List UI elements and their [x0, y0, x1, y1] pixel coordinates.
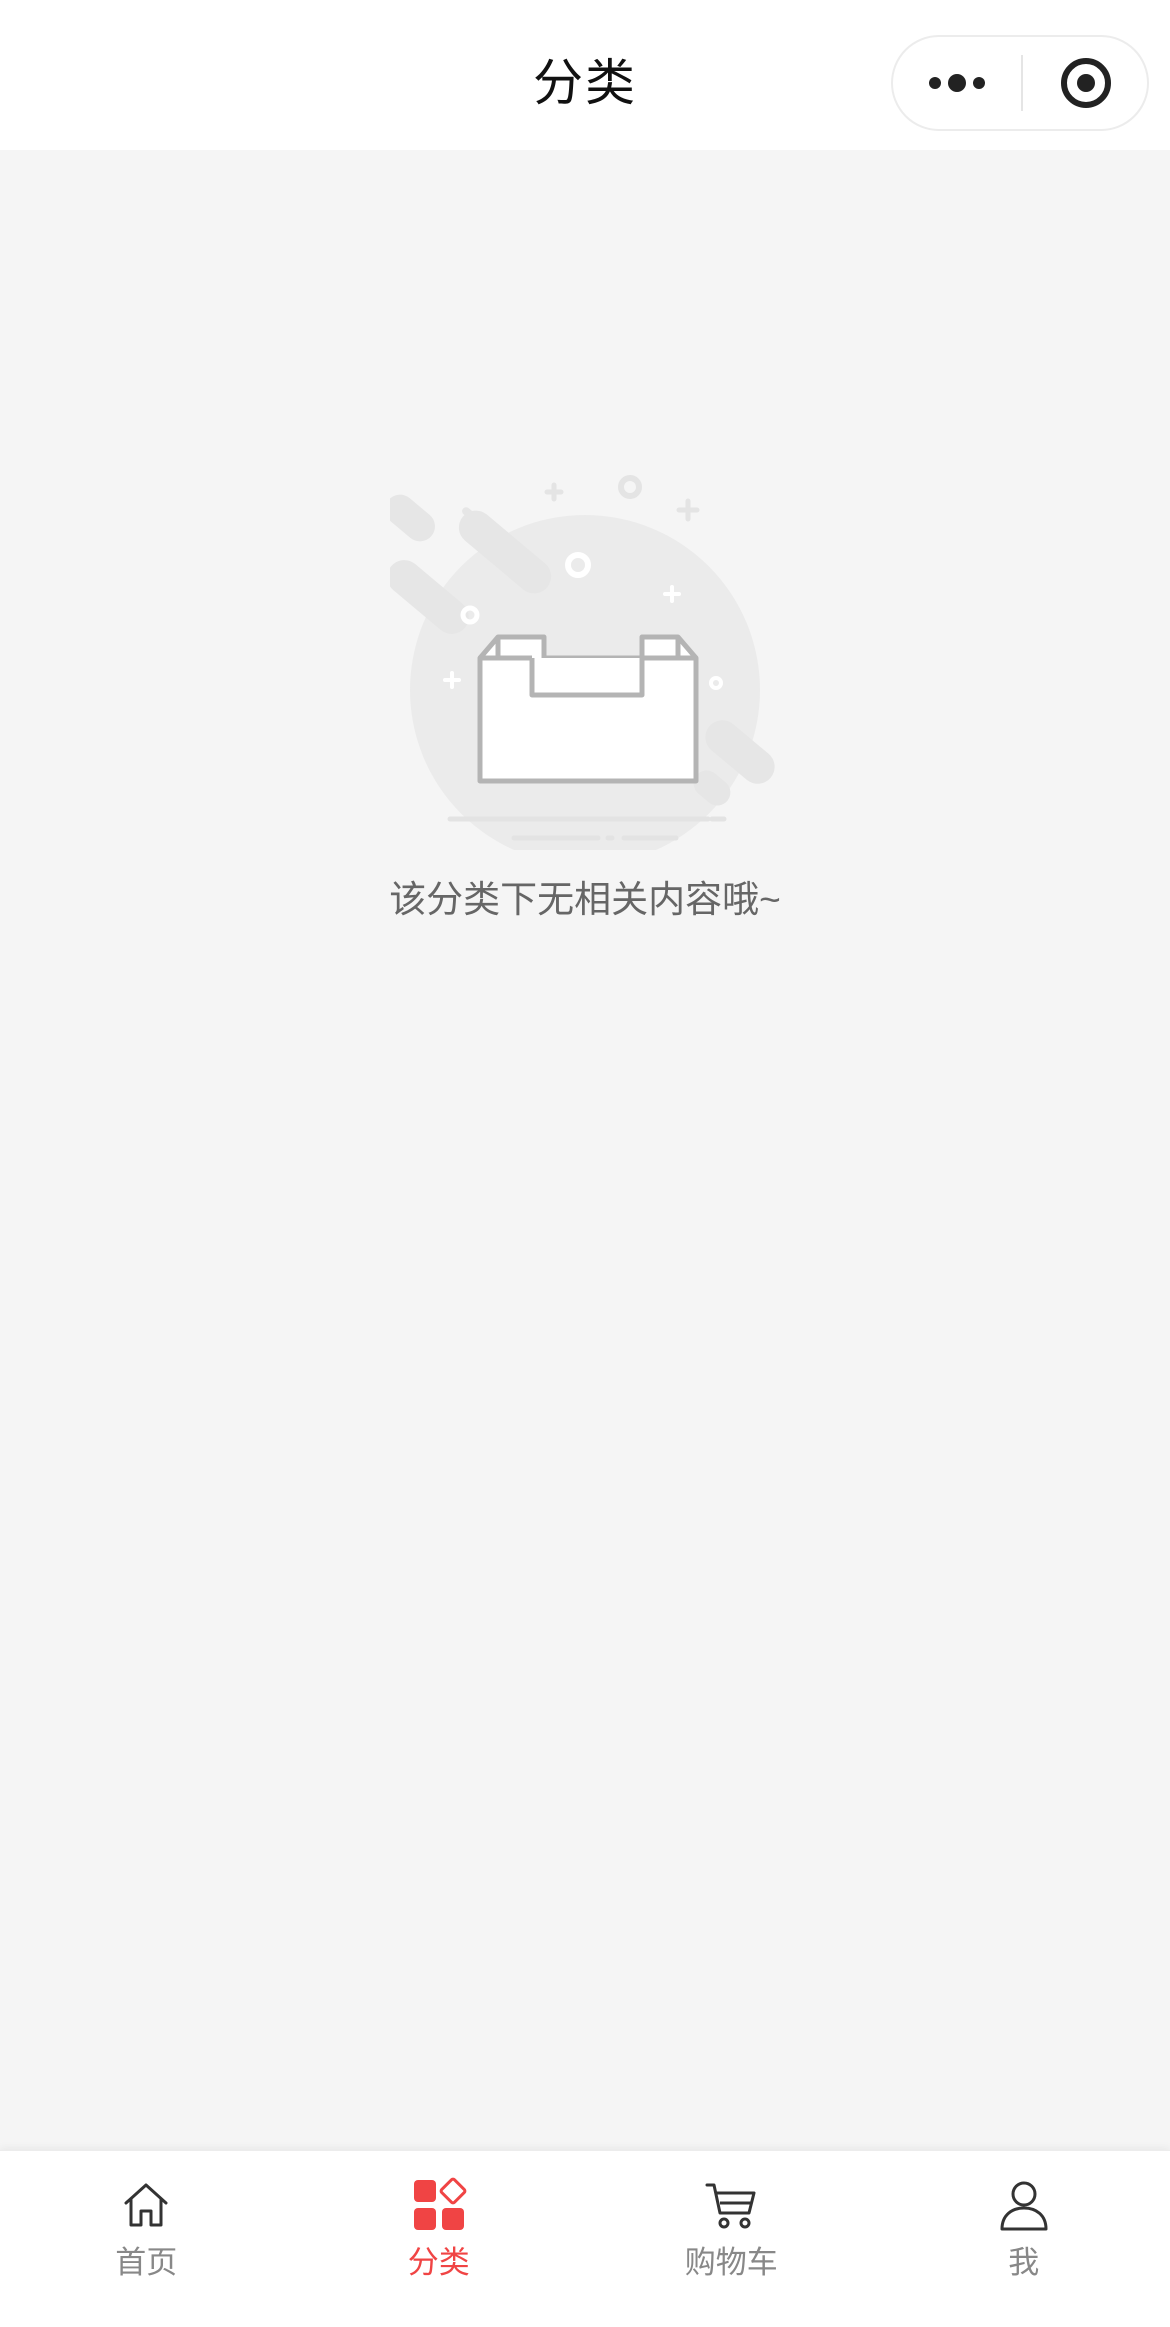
- close-button[interactable]: [1023, 37, 1149, 129]
- empty-message: 该分类下无相关内容哦~: [389, 879, 781, 920]
- home-icon: [124, 2183, 168, 2227]
- user-icon: [1000, 2181, 1048, 2231]
- cart-icon: [705, 2183, 756, 2229]
- tab-label-home: 首页: [115, 2245, 178, 2280]
- tab-label-me: 我: [1008, 2245, 1040, 2280]
- target-close-icon: [1061, 58, 1111, 108]
- tab-label-category: 分类: [407, 2245, 470, 2280]
- category-icon: [413, 2177, 467, 2230]
- more-dots-icon: [929, 74, 985, 92]
- tab-category[interactable]: 分类: [293, 2151, 586, 2327]
- navigation-bar: 分类: [0, 0, 1170, 150]
- screen: 分类 该分类下无相关内容哦~ 首页 分类 购物车 我: [0, 0, 1170, 2327]
- tab-bar: 首页 分类 购物车 我: [0, 2150, 1170, 2327]
- tab-cart[interactable]: 购物车: [585, 2151, 878, 2327]
- tab-label-cart: 购物车: [684, 2245, 778, 2280]
- menu-capsule: [891, 35, 1149, 131]
- tab-home[interactable]: 首页: [0, 2151, 293, 2327]
- tab-me[interactable]: 我: [878, 2151, 1170, 2327]
- more-button[interactable]: [893, 37, 1021, 129]
- empty-box-illustration: [385, 465, 780, 865]
